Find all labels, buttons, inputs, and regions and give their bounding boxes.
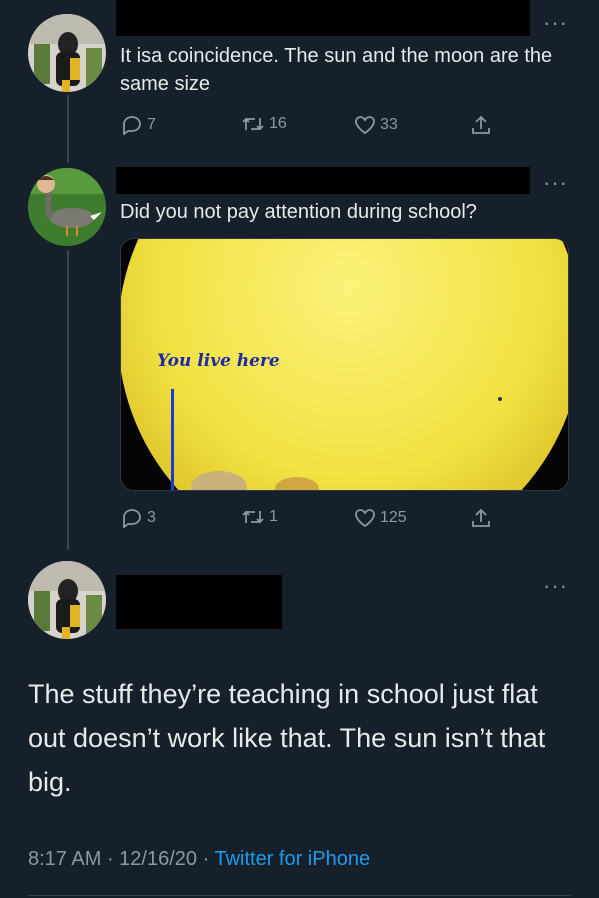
share-button[interactable] xyxy=(470,507,492,529)
more-options-icon[interactable]: ··· xyxy=(543,12,568,34)
redacted-name xyxy=(116,167,530,194)
thread-line xyxy=(67,95,69,163)
like-button[interactable]: 33 xyxy=(354,115,398,135)
avatar[interactable] xyxy=(28,168,106,246)
retweet-button[interactable]: 1 xyxy=(241,508,278,526)
share-icon xyxy=(472,508,490,527)
main-tweet-text: The stuff they’re teaching in school jus… xyxy=(28,679,546,797)
profile-avatar-icon xyxy=(28,14,106,92)
like-count: 33 xyxy=(380,116,398,133)
retweet-button[interactable]: 16 xyxy=(241,115,287,133)
retweet-count: 16 xyxy=(269,115,287,132)
reply-button[interactable]: 7 xyxy=(121,115,156,135)
tweet-source-link[interactable]: Twitter for iPhone xyxy=(214,848,370,870)
thread-line xyxy=(67,250,69,550)
heart-icon xyxy=(355,509,375,528)
tweet-date: 12/16/20 xyxy=(119,848,198,870)
profile-avatar-icon xyxy=(28,561,106,639)
divider xyxy=(28,895,571,896)
tweet-image[interactable]: You live here xyxy=(120,238,569,491)
avatar[interactable] xyxy=(28,561,106,639)
reply-icon xyxy=(123,509,141,528)
image-caption: You live here xyxy=(157,351,280,371)
reply-icon xyxy=(123,116,141,135)
reply-count: 7 xyxy=(147,116,156,133)
reply-button[interactable]: 3 xyxy=(121,508,156,528)
meta-separator: · xyxy=(101,848,120,870)
avatar[interactable] xyxy=(28,14,106,92)
retweet-count: 1 xyxy=(269,508,278,525)
like-button[interactable]: 125 xyxy=(354,508,407,528)
retweet-icon xyxy=(242,117,264,131)
tweet-text: Did you not pay attention during school? xyxy=(120,201,477,223)
reply-count: 3 xyxy=(147,509,156,526)
tweet-meta: 8:17 AM · 12/16/20 · Twitter for iPhone xyxy=(28,848,370,871)
tweet-text: It isa coincidence. The sun and the moon… xyxy=(120,45,553,95)
redacted-name xyxy=(116,575,282,629)
tweet-time: 8:17 AM xyxy=(28,848,102,870)
heart-icon xyxy=(355,116,375,135)
more-options-icon[interactable]: ··· xyxy=(543,575,568,597)
like-count: 125 xyxy=(380,509,407,526)
meta-separator: · xyxy=(197,848,215,870)
more-options-icon[interactable]: ··· xyxy=(543,172,568,194)
share-icon xyxy=(472,115,490,134)
retweet-icon xyxy=(242,510,264,524)
goose-avatar-icon xyxy=(28,168,106,246)
redacted-name xyxy=(116,0,530,36)
share-button[interactable] xyxy=(470,114,492,136)
